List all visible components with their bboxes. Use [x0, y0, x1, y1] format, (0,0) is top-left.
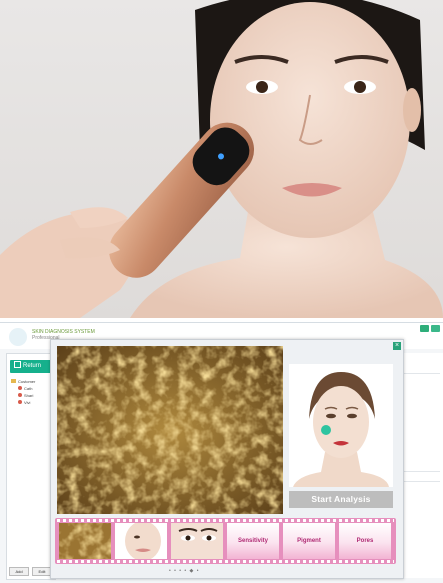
close-icon[interactable]: ×: [393, 342, 401, 350]
user-icon: [18, 400, 22, 404]
page-indicator[interactable]: • • • • ◆ •: [169, 568, 200, 574]
skin-thumb-image: [59, 523, 111, 559]
thumb-eye-closeup[interactable]: [171, 523, 223, 559]
edit-button[interactable]: Edit: [32, 567, 52, 576]
customer-tree: Customer Cath Shari Vivi: [11, 378, 35, 406]
minimize-button[interactable]: [420, 325, 429, 332]
tree-item[interactable]: Vivi: [11, 399, 35, 406]
mode-filmstrip: Sensitivity Pigment Pores: [55, 518, 396, 564]
window-close-button[interactable]: [431, 325, 440, 332]
detail-panel: [398, 353, 443, 578]
skin-macro-view: [57, 346, 283, 514]
customer-sidebar: Return Customer Cath Shari Vivi Add Edit: [6, 353, 56, 580]
sidebar-actions: Add Edit: [9, 567, 52, 576]
face-map-card: [289, 364, 393, 487]
mode-sensitivity[interactable]: Sensitivity: [227, 523, 279, 559]
tree-item[interactable]: Cath: [11, 385, 35, 392]
measure-point-icon: [321, 425, 331, 435]
folder-icon: [11, 379, 16, 383]
eye-thumb-image: [171, 523, 223, 559]
start-analysis-button[interactable]: Start Analysis: [289, 491, 393, 508]
tree-item[interactable]: Shari: [11, 392, 35, 399]
mode-pigment[interactable]: Pigment: [283, 523, 335, 559]
analysis-dialog: × Start Analysis Sensitivity Pigment Por…: [50, 339, 404, 579]
face-map-image: [289, 364, 393, 487]
skin-texture-image: [57, 346, 283, 514]
woman-with-device-image: [0, 0, 443, 318]
thumb-skin-macro[interactable]: [59, 523, 111, 559]
window-controls: [420, 325, 440, 332]
thumb-face-closeup[interactable]: [115, 523, 167, 559]
return-label: Return: [23, 363, 42, 369]
add-button[interactable]: Add: [9, 567, 29, 576]
logo-crescent-icon: [9, 328, 27, 346]
tree-item-customer[interactable]: Customer: [11, 378, 35, 385]
film-perforation: [57, 519, 394, 522]
user-icon: [18, 393, 22, 397]
user-icon: [18, 386, 22, 390]
product-photo: [0, 0, 443, 318]
face-thumb-image: [115, 523, 167, 559]
return-button[interactable]: Return: [10, 360, 52, 373]
skin-analyzer-window: SKIN DIAGNOSIS SYSTEM Professional Retur…: [0, 322, 443, 583]
return-icon: [14, 361, 21, 368]
divider: [403, 373, 440, 374]
film-perforation: [57, 560, 394, 563]
divider: [403, 481, 440, 482]
divider: [403, 471, 440, 472]
mode-pores[interactable]: Pores: [339, 523, 391, 559]
